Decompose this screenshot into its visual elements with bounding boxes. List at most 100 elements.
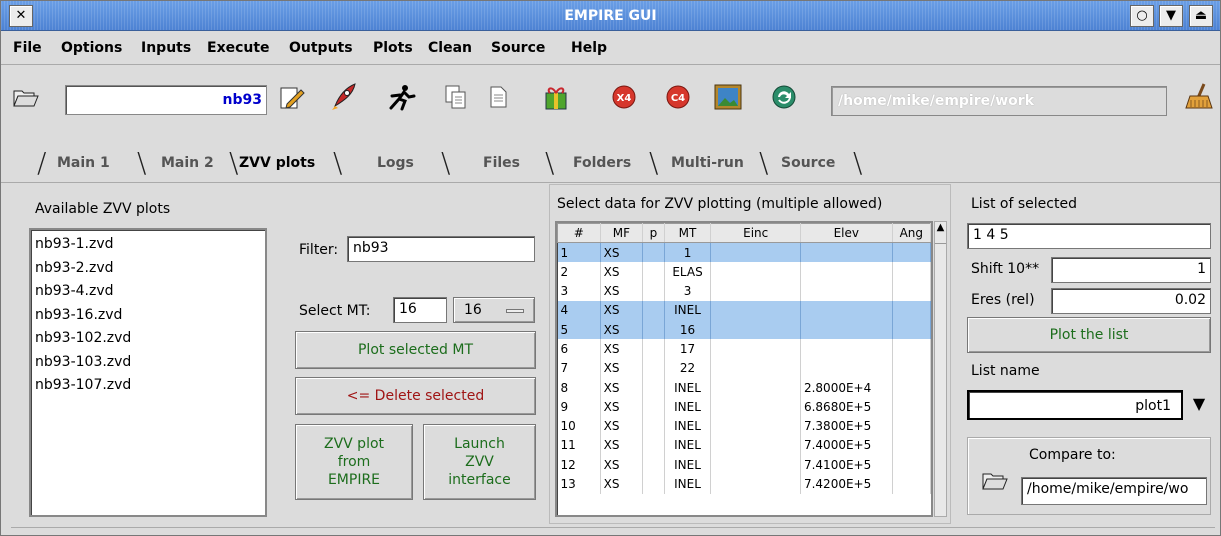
filter-input[interactable]: nb93 (347, 236, 535, 262)
tab-main-2[interactable]: Main 2 (161, 150, 214, 178)
mt-dropdown[interactable]: 16 (453, 297, 535, 323)
column-header[interactable]: Ang (891, 223, 931, 244)
minimize-button[interactable]: ○ (1130, 5, 1154, 27)
broom-icon[interactable] (1181, 83, 1217, 111)
column-header[interactable]: # (557, 223, 601, 244)
table-cell: INEL (664, 455, 712, 475)
list-item[interactable]: nb93-16.zvd (35, 304, 261, 328)
menu-options[interactable]: Options (61, 40, 122, 56)
working-directory-field[interactable]: /home/mike/empire/work (831, 86, 1167, 116)
tab-files[interactable]: Files (483, 150, 520, 178)
table-cell (642, 281, 665, 301)
menu-execute[interactable]: Execute (207, 40, 270, 56)
document-icon[interactable] (483, 83, 513, 111)
menu-outputs[interactable]: Outputs (289, 40, 353, 56)
table-scrollbar[interactable]: ▲ (934, 221, 947, 517)
table-cell: 7 (557, 358, 601, 378)
table-row[interactable]: 5 XS 16 (557, 319, 931, 340)
list-item[interactable]: nb93-107.zvd (35, 374, 261, 398)
available-plots-list[interactable]: nb93-1.zvd nb93-2.zvd nb93-4.zvd nb93-16… (29, 228, 267, 517)
tab-folders[interactable]: Folders (573, 150, 631, 178)
list-item[interactable]: nb93-2.zvd (35, 257, 261, 281)
table-cell: XS (600, 319, 644, 340)
menu-plots[interactable]: Plots (373, 40, 413, 56)
table-row[interactable]: 7 XS 22 (557, 358, 931, 378)
tab-main-1[interactable]: Main 1 (57, 150, 110, 178)
menu-source[interactable]: Source (491, 40, 545, 56)
tab-logs[interactable]: Logs (377, 150, 414, 178)
table-cell: 13 (557, 474, 601, 494)
list-item[interactable]: nb93-4.zvd (35, 280, 261, 304)
table-row[interactable]: 12 XS INEL 7.4100E+5 (557, 455, 931, 475)
open-folder-icon[interactable] (975, 463, 1015, 497)
eres-input[interactable]: 0.02 (1051, 288, 1211, 314)
menu-file[interactable]: File (13, 40, 42, 56)
table-row[interactable]: 4 XS INEL (557, 300, 931, 320)
button-line: EMPIRE (327, 472, 381, 488)
x4-icon[interactable]: X4 (609, 83, 639, 111)
refresh-icon[interactable] (769, 83, 799, 111)
plot-the-list-button[interactable]: Plot the list (967, 317, 1211, 353)
compare-path-input[interactable]: /home/mike/empire/wo (1021, 477, 1207, 505)
image-icon[interactable] (713, 83, 743, 111)
mt-table[interactable]: # MF p MT Einc Elev Ang 1 XS 1 2 XS ELAS 3 XS 3 4… (555, 221, 933, 517)
scroll-up-arrow-icon[interactable]: ▲ (935, 222, 946, 244)
zvv-plot-from-empire-button[interactable]: ZVV plot from EMPIRE (295, 424, 413, 500)
table-row[interactable]: 11 XS INEL 7.4000E+5 (557, 435, 931, 456)
tab-zvv-plots[interactable]: ZVV plots (239, 150, 315, 178)
table-cell: 2.8000E+4 (800, 377, 893, 398)
runner-icon[interactable] (387, 83, 417, 111)
list-of-selected-input[interactable]: 1 4 5 (967, 223, 1211, 249)
column-header[interactable]: Einc (710, 223, 801, 244)
table-row[interactable]: 1 XS 1 (557, 242, 931, 263)
plot-selected-mt-button[interactable]: Plot selected MT (295, 331, 536, 369)
project-name-field[interactable]: nb93 (65, 85, 267, 115)
table-row[interactable]: 2 XS ELAS (557, 262, 931, 282)
delete-selected-button[interactable]: <= Delete selected (295, 377, 536, 415)
maximize-button[interactable]: ⏏ (1189, 5, 1213, 27)
edit-icon[interactable] (277, 83, 307, 111)
table-row[interactable]: 8 XS INEL 2.8000E+4 (557, 377, 931, 398)
tab-multi-run[interactable]: Multi-run (671, 150, 744, 178)
table-row[interactable]: 6 XS 17 (557, 339, 931, 359)
table-cell (892, 397, 931, 417)
table-cell: INEL (664, 416, 712, 436)
table-cell: 16 (664, 319, 712, 340)
menu-clean[interactable]: Clean (428, 40, 472, 56)
table-row[interactable]: 9 XS INEL 6.8680E+5 (557, 397, 931, 417)
open-folder-icon[interactable] (11, 83, 41, 111)
menu-inputs[interactable]: Inputs (141, 40, 191, 56)
column-header[interactable]: MF (599, 223, 644, 244)
rocket-icon[interactable] (329, 83, 359, 111)
column-header[interactable]: Elev (799, 223, 893, 244)
list-name-input[interactable]: plot1 (967, 390, 1183, 420)
select-mt-label: Select MT: (299, 303, 371, 319)
list-item[interactable]: nb93-1.zvd (35, 233, 261, 257)
table-row[interactable]: 13 XS INEL 7.4200E+5 (557, 474, 931, 494)
menu-help[interactable]: Help (571, 40, 607, 56)
table-cell: 2 (557, 262, 601, 282)
column-header[interactable]: p (642, 223, 665, 244)
select-mt-input[interactable]: 16 (393, 297, 447, 323)
table-row[interactable]: 10 XS INEL 7.3800E+5 (557, 416, 931, 436)
table-cell: XS (600, 416, 644, 436)
launch-zvv-button[interactable]: Launch ZVV interface (423, 424, 536, 500)
table-cell (892, 474, 931, 494)
table-cell: 17 (664, 339, 712, 359)
table-cell: 7.4100E+5 (800, 455, 893, 475)
shift-input[interactable]: 1 (1051, 257, 1211, 283)
table-cell (892, 339, 931, 359)
list-item[interactable]: nb93-102.zvd (35, 327, 261, 351)
tab-source[interactable]: Source (781, 150, 835, 178)
list-item[interactable]: nb93-103.zvd (35, 351, 261, 375)
column-header[interactable]: MT (663, 223, 712, 244)
table-cell: 6 (557, 339, 601, 359)
table-cell (800, 300, 893, 320)
title-bar[interactable]: ✕ EMPIRE GUI ○ ▼ ⏏ (1, 1, 1220, 31)
c4-icon[interactable]: C4 (663, 83, 693, 111)
table-row[interactable]: 3 XS 3 (557, 281, 931, 301)
list-name-dropdown-icon[interactable]: ▼ (1187, 394, 1211, 416)
menu-down-button[interactable]: ▼ (1159, 5, 1183, 27)
copy-icon[interactable] (441, 83, 471, 111)
gift-icon[interactable] (541, 83, 571, 111)
